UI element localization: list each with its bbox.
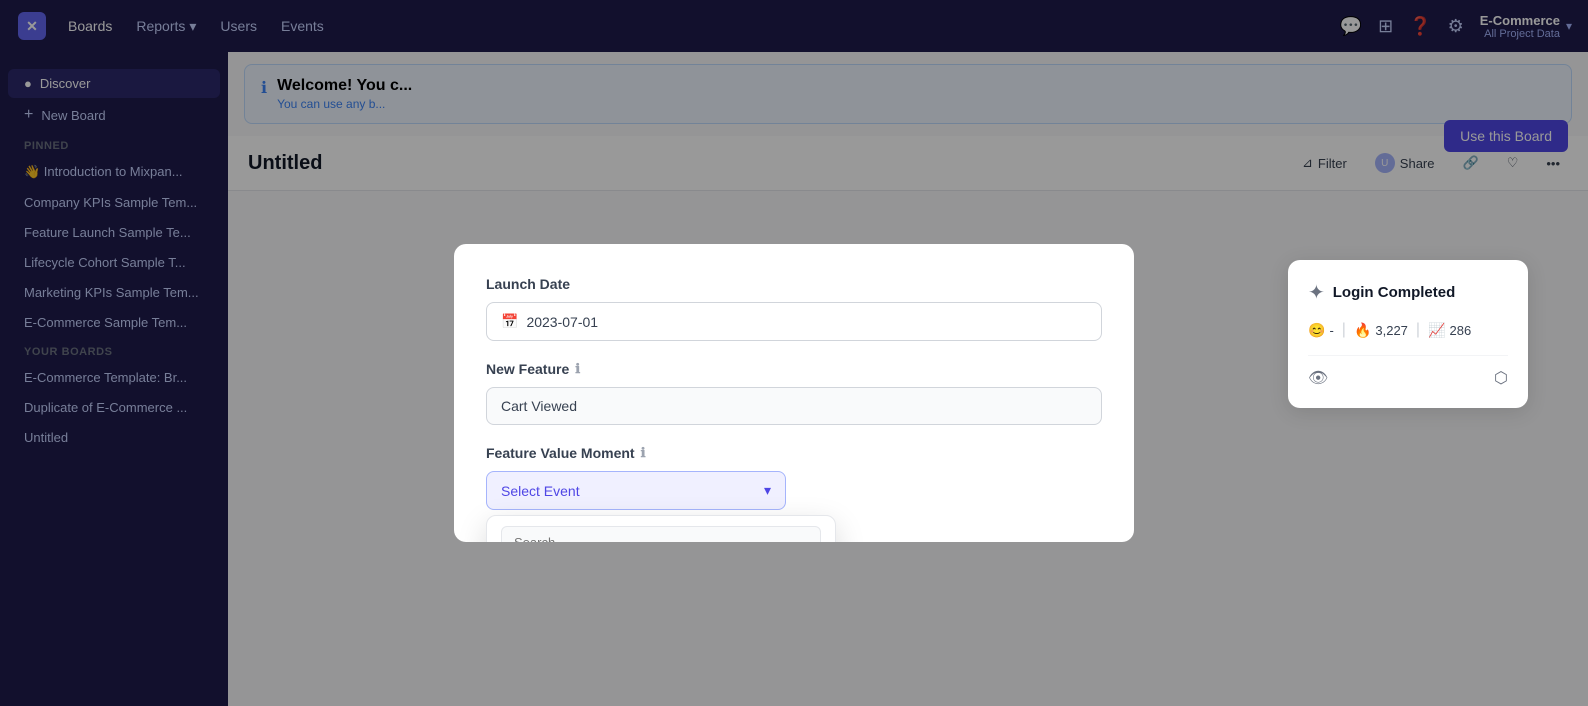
select-event-label: Select Event [501, 483, 580, 499]
calendar-icon: 📅 [501, 313, 518, 330]
feature-value-moment-label: Feature Value Moment ℹ [486, 445, 1102, 461]
trend-value: 286 [1450, 323, 1472, 338]
launch-date-label: Launch Date [486, 276, 1102, 292]
login-card-footer: 👁 ⬡ [1308, 355, 1508, 388]
launch-date-value: 2023-07-01 [526, 314, 598, 330]
modal-overlay[interactable]: Launch Date 📅 2023-07-01 New Feature ℹ C… [0, 0, 1588, 706]
fire-value: 3,227 [1375, 323, 1408, 338]
external-link-button[interactable]: ⬡ [1494, 368, 1508, 388]
new-feature-input[interactable]: Cart Viewed [486, 387, 1102, 425]
new-feature-label: New Feature ℹ [486, 361, 1102, 377]
new-feature-info-icon: ℹ [575, 361, 580, 377]
sentiment-icon: 😊 [1308, 322, 1325, 339]
event-search-input[interactable] [501, 526, 821, 542]
login-card-stats: 😊 - | 🔥 3,227 | 📈 286 [1308, 321, 1508, 339]
login-stat-sentiment: 😊 - [1308, 322, 1334, 339]
event-search-container [487, 516, 835, 542]
stat-separator-2: | [1416, 321, 1420, 339]
event-selector-wrapper: Select Event ▾ Show all events ⇅ ✦ Produ… [486, 471, 1102, 510]
login-stat-trend: 📈 286 [1428, 322, 1471, 339]
launch-date-input[interactable]: 📅 2023-07-01 [486, 302, 1102, 341]
event-selector-trigger[interactable]: Select Event ▾ [486, 471, 786, 510]
login-card-header: ✦ Login Completed [1308, 280, 1508, 305]
login-card: ✦ Login Completed 😊 - | 🔥 3,227 | 📈 286 … [1288, 260, 1528, 408]
sentiment-value: - [1329, 323, 1333, 338]
login-card-icon: ✦ [1308, 280, 1325, 305]
select-chevron-icon: ▾ [764, 482, 771, 499]
event-dropdown: Show all events ⇅ ✦ Product Added ✦ Prod… [486, 515, 836, 542]
new-feature-value: Cart Viewed [501, 398, 577, 414]
login-card-title: Login Completed [1333, 284, 1456, 301]
feature-value-info-icon: ℹ [641, 445, 646, 461]
trend-icon: 📈 [1428, 322, 1445, 339]
stat-separator-1: | [1342, 321, 1346, 339]
fire-icon: 🔥 [1354, 322, 1371, 339]
login-stat-fire: 🔥 3,227 [1354, 322, 1408, 339]
preview-button[interactable]: 👁 [1308, 368, 1328, 388]
modal-dialog: Launch Date 📅 2023-07-01 New Feature ℹ C… [454, 244, 1134, 542]
